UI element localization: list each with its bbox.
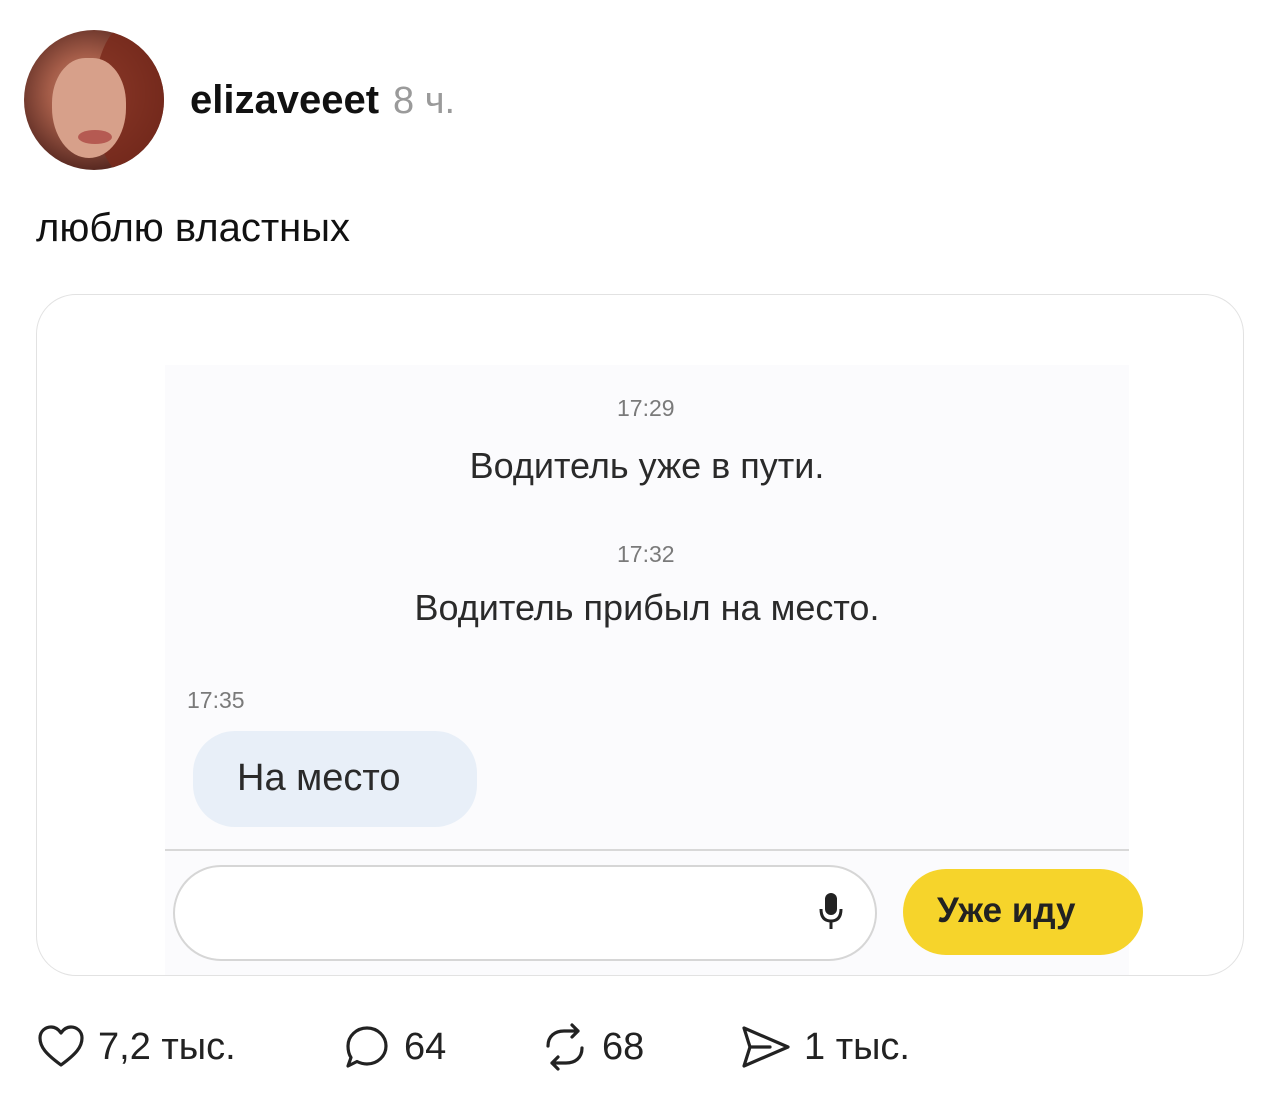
message-input [173, 865, 877, 961]
timestamp: 17:35 [187, 687, 245, 713]
post-time: 8 ч. [393, 79, 456, 122]
send-icon [742, 1026, 790, 1068]
timestamp: 17:29 [617, 395, 675, 421]
comment-button[interactable]: 64 [342, 1022, 446, 1072]
repost-icon [546, 1023, 584, 1071]
comment-count: 64 [404, 1025, 447, 1068]
timestamp: 17:32 [617, 541, 675, 567]
message-bubble: На место [193, 731, 477, 827]
divider [165, 849, 1129, 851]
repost-button[interactable]: 68 [540, 1022, 644, 1072]
on-my-way-button: Уже иду [903, 869, 1143, 955]
microphone-icon [819, 893, 843, 929]
post-image[interactable]: 17:29 Водитель уже в пути. 17:32 Водител… [36, 294, 1244, 976]
message-text: На место [237, 757, 401, 799]
system-message: Водитель прибыл на место. [414, 587, 880, 628]
avatar[interactable] [24, 30, 164, 170]
comment-icon [346, 1026, 388, 1068]
chat-screenshot: 17:29 Водитель уже в пути. 17:32 Водител… [165, 365, 1143, 975]
like-count: 7,2 тыс. [98, 1025, 236, 1068]
username[interactable]: elizaveeet [190, 78, 379, 123]
system-message: Водитель уже в пути. [469, 445, 825, 486]
share-button[interactable]: 1 тыс. [740, 1022, 910, 1072]
post-actions: 7,2 тыс. 64 68 1 тыс. [36, 1022, 1036, 1082]
like-button[interactable]: 7,2 тыс. [36, 1022, 236, 1072]
heart-icon [38, 1025, 84, 1067]
post-text: люблю властных [36, 206, 350, 250]
repost-count: 68 [602, 1025, 645, 1068]
on-my-way-label: Уже иду [937, 891, 1076, 930]
share-count: 1 тыс. [804, 1025, 910, 1068]
user-line: elizaveeet 8 ч. [190, 78, 455, 123]
post-header: elizaveeet 8 ч. [24, 30, 455, 170]
